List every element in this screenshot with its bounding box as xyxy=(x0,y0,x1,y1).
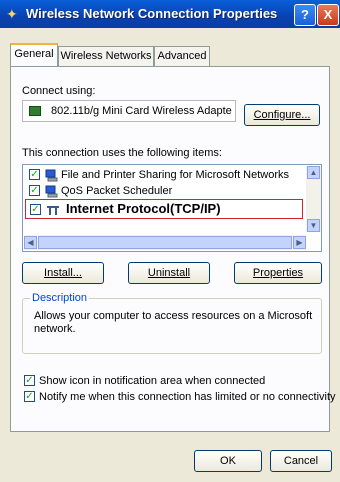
notify-checkbox[interactable] xyxy=(24,391,35,402)
help-button[interactable]: ? xyxy=(294,4,316,26)
network-connection-icon: ✦ xyxy=(6,6,18,22)
window-title: Wireless Network Connection Properties xyxy=(26,6,278,21)
title-bar[interactable]: ✦ Wireless Network Connection Properties… xyxy=(0,0,340,28)
adapter-name: 802.11b/g Mini Card Wireless Adapte xyxy=(51,105,232,117)
ok-button[interactable]: OK xyxy=(194,450,262,472)
item-checkbox[interactable] xyxy=(29,185,40,196)
item-label: QoS Packet Scheduler xyxy=(61,185,173,197)
items-label: This connection uses the following items… xyxy=(22,147,222,159)
network-adapter-icon xyxy=(29,106,41,116)
vertical-scrollbar[interactable]: ▲ ▼ xyxy=(306,166,321,232)
item-label: Internet Protocol(TCP/IP) xyxy=(66,201,221,216)
description-text: Allows your computer to access resources… xyxy=(34,310,313,335)
network-client-icon xyxy=(45,169,58,182)
chevron-up-icon[interactable]: ▲ xyxy=(307,166,320,179)
notify-label: Notify me when this connection has limit… xyxy=(39,391,336,403)
protocol-icon xyxy=(47,206,59,215)
horizontal-scrollbar[interactable]: ◀ ▶ xyxy=(24,235,306,250)
network-client-icon xyxy=(45,185,58,198)
cancel-button[interactable]: Cancel xyxy=(270,450,332,472)
close-button[interactable]: X xyxy=(317,4,339,26)
properties-dialog: ✦ Wireless Network Connection Properties… xyxy=(0,0,340,482)
scroll-thumb[interactable] xyxy=(38,236,292,249)
list-item[interactable]: QoS Packet Scheduler xyxy=(29,183,297,199)
description-title: Description xyxy=(30,291,90,305)
properties-button[interactable]: Properties xyxy=(234,262,322,284)
tab-advanced[interactable]: Advanced xyxy=(154,46,210,66)
show-icon-label: Show icon in notification area when conn… xyxy=(39,375,266,387)
chevron-left-icon[interactable]: ◀ xyxy=(24,236,37,249)
item-label: File and Printer Sharing for Microsoft N… xyxy=(61,169,290,181)
adapter-field: 802.11b/g Mini Card Wireless Adapte xyxy=(22,100,236,122)
item-checkbox[interactable] xyxy=(30,204,41,215)
tab-wireless-networks[interactable]: Wireless Networks xyxy=(58,46,154,66)
install-button[interactable]: Install... xyxy=(22,262,104,284)
chevron-down-icon[interactable]: ▼ xyxy=(307,219,320,232)
connect-using-label: Connect using: xyxy=(22,85,96,97)
uninstall-button[interactable]: Uninstall xyxy=(128,262,210,284)
list-item-selected[interactable]: Internet Protocol(TCP/IP) xyxy=(25,199,303,219)
list-item[interactable]: File and Printer Sharing for Microsoft N… xyxy=(29,167,297,183)
configure-button[interactable]: Configure... xyxy=(244,104,320,126)
show-icon-checkbox[interactable] xyxy=(24,375,35,386)
tab-general[interactable]: General xyxy=(10,43,58,67)
item-checkbox[interactable] xyxy=(29,169,40,180)
chevron-right-icon[interactable]: ▶ xyxy=(293,236,306,249)
components-list[interactable]: File and Printer Sharing for Microsoft N… xyxy=(22,164,322,252)
